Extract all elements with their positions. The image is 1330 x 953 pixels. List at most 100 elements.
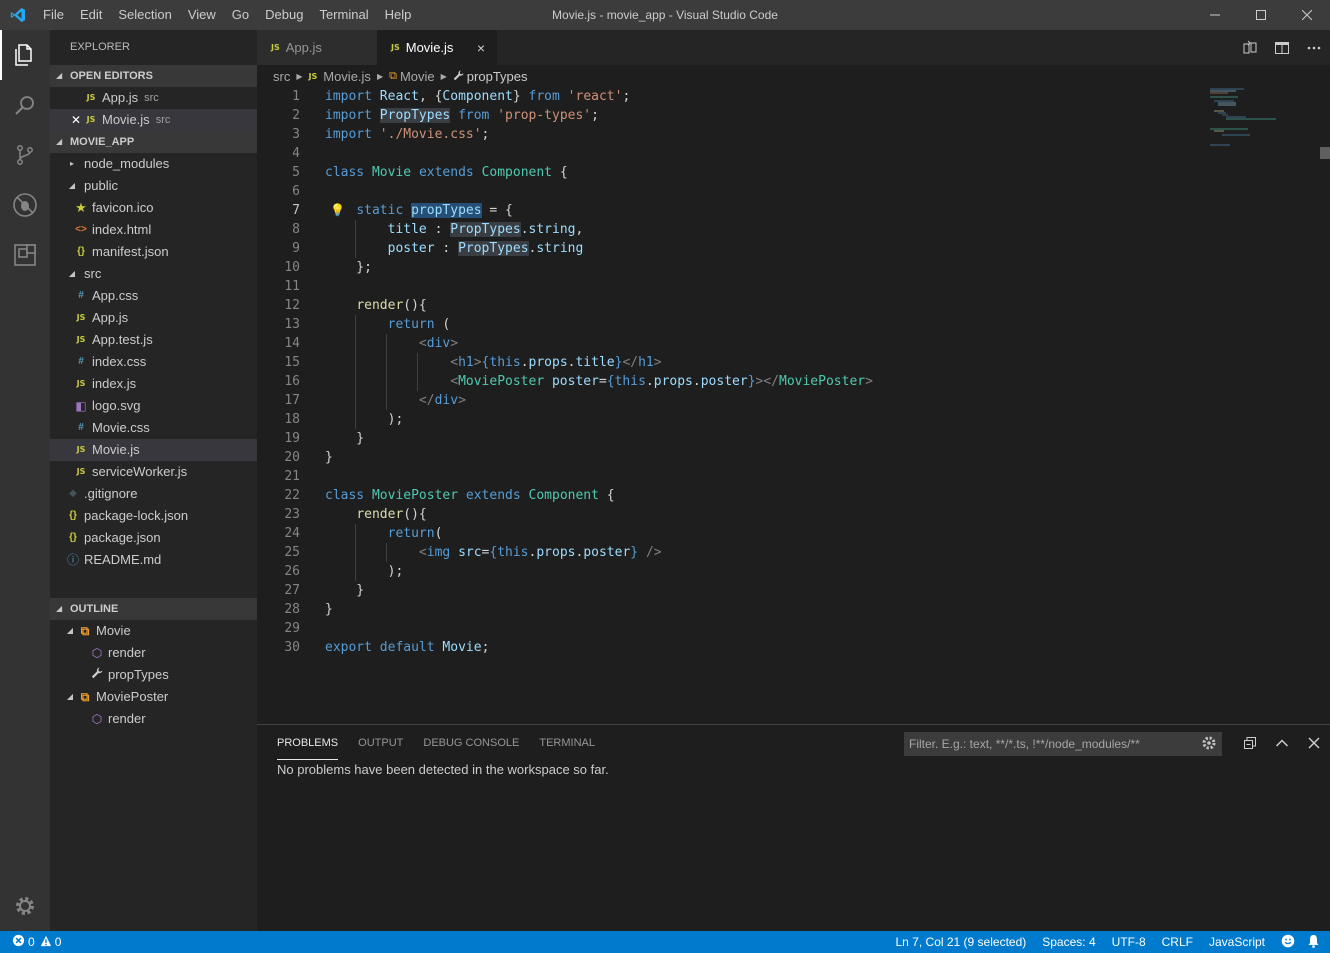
tree-file-app-js[interactable]: JS App.js — [50, 307, 257, 329]
project-header[interactable]: ◢ MOVIE_APP — [50, 131, 257, 153]
tree-file-readme[interactable]: ⓘ README.md — [50, 549, 257, 571]
tree-file-gitignore[interactable]: ◆ .gitignore — [50, 483, 257, 505]
more-actions-button[interactable] — [1298, 30, 1330, 65]
line-number: 8 — [292, 222, 300, 237]
maximize-icon — [1256, 10, 1266, 20]
tab-debug-console[interactable]: DEBUG CONSOLE — [423, 725, 519, 760]
close-icon[interactable]: ✕ — [70, 109, 82, 131]
code-area[interactable]: import React, {Component} from 'react'; … — [325, 87, 1200, 657]
lightbulb-icon[interactable]: 💡 — [330, 201, 345, 220]
breadcrumb-item[interactable]: src — [273, 69, 290, 84]
tab-movie-js[interactable]: JS Movie.js × — [377, 30, 497, 65]
menu-file[interactable]: File — [35, 0, 72, 30]
files-icon — [15, 44, 32, 66]
tree-file-app-css[interactable]: # App.css — [50, 285, 257, 307]
collapse-all-button[interactable] — [1234, 725, 1266, 760]
outline-item-movieposter[interactable]: ◢ ⧉ MoviePoster — [50, 686, 257, 708]
ellipsis-icon — [1307, 46, 1321, 49]
warning-icon — [40, 935, 52, 950]
language-mode[interactable]: JavaScript — [1209, 935, 1265, 949]
tab-output[interactable]: OUTPUT — [358, 725, 403, 760]
maximize-panel-button[interactable] — [1266, 725, 1298, 760]
menu-selection[interactable]: Selection — [110, 0, 179, 30]
minimap[interactable] — [1206, 87, 1316, 167]
tree-folder-src[interactable]: ◢ src — [50, 263, 257, 285]
menu-go[interactable]: Go — [224, 0, 257, 30]
js-file-icon: JS — [391, 43, 400, 52]
line-number: 30 — [284, 640, 300, 655]
tree-file-index-js[interactable]: JS index.js — [50, 373, 257, 395]
code-editor[interactable]: 1 2 3 4 5 6 7 8 9 10 11 12 13 14 15 16 17 18 19 20 21 22 23 24 2… — [257, 87, 1330, 724]
menu-view[interactable]: View — [180, 0, 224, 30]
tree-file-movie-js[interactable]: JS Movie.js — [50, 439, 257, 461]
editor-tabs: JS App.js JS Movie.js × — [257, 30, 1330, 65]
line-number-gutter: 1 2 3 4 5 6 7 8 9 10 11 12 13 14 15 16 17 18 19 20 21 22 23 24 2… — [257, 87, 307, 657]
end-of-line[interactable]: CRLF — [1162, 935, 1193, 949]
tree-file-logo-svg[interactable]: ◧ logo.svg — [50, 395, 257, 417]
tree-file-index-css[interactable]: # index.css — [50, 351, 257, 373]
tree-file-favicon[interactable]: ★ favicon.ico — [50, 197, 257, 219]
explorer-button[interactable] — [0, 30, 50, 80]
js-file-icon: JS — [76, 335, 86, 344]
method-icon: ⬡ — [91, 646, 103, 660]
feedback-smiley-icon[interactable] — [1281, 934, 1295, 951]
open-editors-header[interactable]: ◢ OPEN EDITORS — [50, 65, 257, 87]
menu-debug[interactable]: Debug — [257, 0, 311, 30]
breadcrumb-item[interactable]: propTypes — [467, 69, 528, 84]
outline-item-proptypes[interactable]: propTypes — [50, 664, 257, 686]
bell-icon[interactable] — [1307, 934, 1320, 951]
indentation[interactable]: Spaces: 4 — [1042, 935, 1095, 949]
maximize-button[interactable] — [1238, 0, 1284, 30]
menu-help[interactable]: Help — [377, 0, 420, 30]
tree-file-movie-css[interactable]: # Movie.css — [50, 417, 257, 439]
tree-file-package-json[interactable]: {} package.json — [50, 527, 257, 549]
tree-file-manifest[interactable]: {} manifest.json — [50, 241, 257, 263]
breadcrumb-item[interactable]: Movie — [400, 69, 435, 84]
close-panel-button[interactable] — [1298, 725, 1330, 760]
outline-header[interactable]: ◢ OUTLINE — [50, 598, 257, 620]
tab-app-js[interactable]: JS App.js — [257, 30, 377, 65]
menu-terminal[interactable]: Terminal — [311, 0, 376, 30]
code-line: import React, {Component} from 'react'; — [325, 89, 631, 104]
code-line: } — [325, 431, 365, 446]
cursor-position[interactable]: Ln 7, Col 21 (9 selected) — [896, 935, 1027, 949]
open-editor-app-js[interactable]: JS App.js src — [50, 87, 257, 109]
minimize-button[interactable] — [1192, 0, 1238, 30]
outline-item-movie[interactable]: ◢ ⧉ Movie — [50, 620, 257, 642]
menu-edit[interactable]: Edit — [72, 0, 110, 30]
tree-folder-node-modules[interactable]: ▸ node_modules — [50, 153, 257, 175]
outline-item-render-2[interactable]: ⬡ render — [50, 708, 257, 730]
tree-folder-public[interactable]: ◢ public — [50, 175, 257, 197]
close-tab-icon[interactable]: × — [477, 40, 485, 56]
tab-problems[interactable]: PROBLEMS — [277, 725, 339, 760]
open-editor-movie-js[interactable]: ✕ JS Movie.js src — [50, 109, 257, 131]
close-window-button[interactable] — [1284, 0, 1330, 30]
problems-filter-input[interactable]: Filter. E.g.: text, **/*.ts, !**/node_mo… — [904, 732, 1222, 756]
split-editor-button[interactable] — [1266, 30, 1298, 65]
source-control-button[interactable] — [0, 130, 50, 180]
open-changes-button[interactable] — [1234, 30, 1266, 65]
line-number: 2 — [292, 108, 300, 123]
info-icon: ⓘ — [66, 553, 79, 567]
tree-item-label: index.css — [92, 354, 147, 369]
js-file-icon: JS — [86, 115, 96, 124]
search-button[interactable] — [0, 80, 50, 130]
encoding[interactable]: UTF-8 — [1112, 935, 1146, 949]
debug-button[interactable] — [0, 180, 50, 230]
problems-status[interactable]: 0 0 — [0, 934, 61, 950]
svg-file-icon: ◧ — [75, 399, 87, 413]
filter-settings-icon[interactable] — [1200, 734, 1218, 760]
debug-icon — [13, 193, 37, 217]
line-number: 1 — [292, 89, 300, 104]
tree-file-index-html[interactable]: <> index.html — [50, 219, 257, 241]
extensions-button[interactable] — [0, 230, 50, 280]
breadcrumb-item[interactable]: Movie.js — [323, 69, 371, 84]
tree-file-service-worker[interactable]: JS serviceWorker.js — [50, 461, 257, 483]
tab-terminal[interactable]: TERMINAL — [539, 725, 595, 760]
manage-button[interactable] — [0, 881, 50, 931]
tree-file-package-lock[interactable]: {} package-lock.json — [50, 505, 257, 527]
tree-item-label: src — [84, 266, 102, 281]
line-number: 13 — [284, 317, 300, 332]
tree-file-app-test-js[interactable]: JS App.test.js — [50, 329, 257, 351]
outline-item-render[interactable]: ⬡ render — [50, 642, 257, 664]
